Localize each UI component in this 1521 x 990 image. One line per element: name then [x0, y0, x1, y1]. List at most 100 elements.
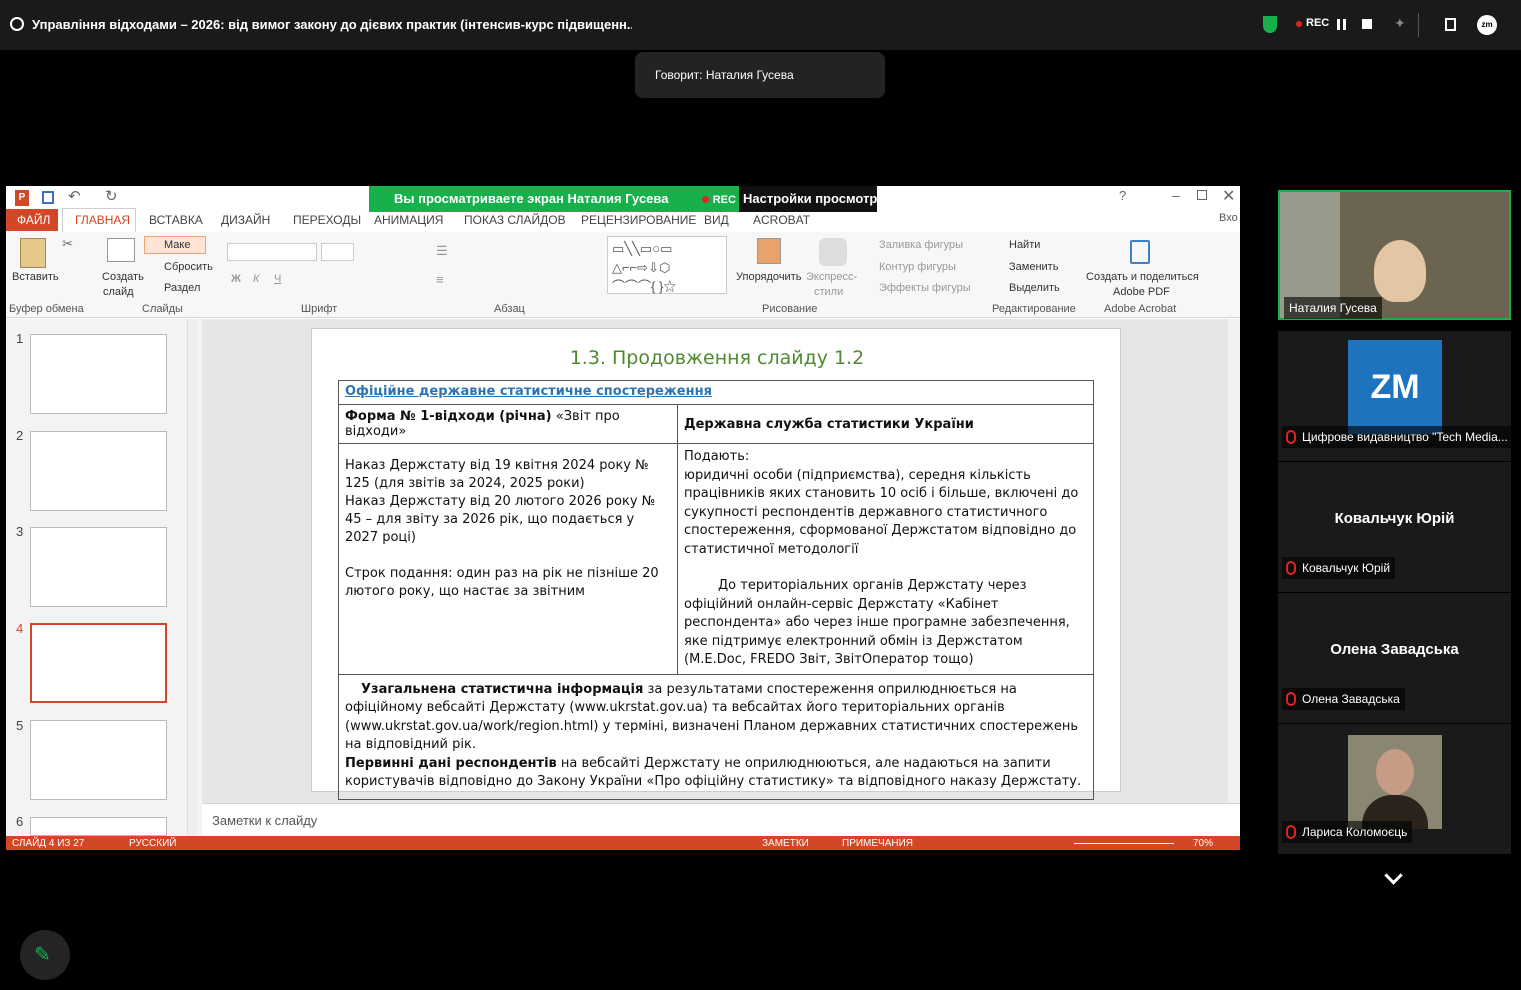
scissors-icon[interactable]: ✂: [62, 236, 73, 252]
create-pdf-button[interactable]: Создать и поделиться: [1086, 271, 1199, 283]
maximize-icon[interactable]: [1197, 190, 1207, 200]
chevron-down-icon[interactable]: [1384, 866, 1403, 885]
tab-acrobat[interactable]: ACROBAT: [753, 213, 810, 227]
zoom-level[interactable]: 70%: [1193, 838, 1213, 849]
shapes-gallery[interactable]: ▭╲╲▭○▭ △⌐⌐⇨⇩⬡ ⌒⌒⌒{ }☆: [607, 236, 727, 294]
form-name: Форма № 1-відходи (річна): [345, 409, 552, 424]
annotate-button[interactable]: ✎: [20, 930, 70, 980]
view-layout-icon[interactable]: [1445, 18, 1456, 31]
minimize-icon[interactable]: –: [1172, 187, 1180, 203]
slide-thumbnail[interactable]: [30, 527, 167, 607]
help-icon[interactable]: ?: [1119, 188, 1126, 203]
zoom-slider[interactable]: [1074, 843, 1174, 844]
participant-face: [1374, 240, 1426, 302]
find-button[interactable]: Найти: [1009, 239, 1040, 251]
new-slide-icon[interactable]: [107, 238, 135, 262]
slide-thumbnail[interactable]: [30, 334, 167, 414]
quick-styles-icon[interactable]: [819, 238, 847, 266]
bold-button[interactable]: Ж: [231, 273, 241, 285]
italic-button[interactable]: К: [253, 273, 259, 285]
active-speaker-label: Говорит: Наталия Гусева: [635, 52, 885, 98]
notes-pane[interactable]: Заметки к слайду: [202, 803, 1240, 836]
align-left-icon[interactable]: ≡: [436, 272, 444, 287]
sign-in-link[interactable]: Вхо: [1219, 212, 1238, 224]
slide-counter: СЛАЙД 4 ИЗ 27: [12, 838, 85, 849]
tab-view[interactable]: ВИД: [704, 213, 729, 227]
slide-thumbnail[interactable]: [30, 431, 167, 511]
tab-transitions[interactable]: ПЕРЕХОДЫ: [293, 213, 361, 227]
paste-button[interactable]: Вставить: [12, 271, 59, 283]
notes-toggle[interactable]: ЗАМЕТКИ: [762, 838, 809, 849]
language-indicator[interactable]: РУССКИЙ: [129, 838, 176, 849]
shape-fill-button[interactable]: Заливка фигуры: [879, 239, 963, 251]
share-banner-text: Вы просматриваете экран Наталия Гусева: [394, 191, 669, 206]
paste-icon[interactable]: [20, 238, 46, 268]
select-button[interactable]: Выделить: [1009, 282, 1060, 294]
comments-toggle[interactable]: ПРИМЕЧАНИЯ: [842, 838, 913, 849]
tab-home[interactable]: ГЛАВНАЯ: [75, 213, 130, 227]
info-icon[interactable]: [10, 17, 24, 31]
create-pdf-button-label2[interactable]: Adobe PDF: [1113, 286, 1170, 298]
mic-muted-icon: [1286, 430, 1296, 444]
new-slide-button-label2[interactable]: слайд: [103, 286, 134, 298]
close-icon[interactable]: ✕: [1222, 186, 1235, 206]
section-button[interactable]: Раздел: [164, 282, 200, 294]
shield-icon[interactable]: [1263, 16, 1277, 33]
participant-tile[interactable]: Лариса Коломоєць: [1278, 724, 1511, 854]
create-pdf-icon[interactable]: [1130, 240, 1150, 264]
ai-companion-icon[interactable]: ✦: [1394, 15, 1406, 32]
participant-tile[interactable]: ZM Цифрове видавництво "Tech Media...: [1278, 331, 1513, 461]
arrange-icon[interactable]: [757, 238, 781, 264]
quick-styles-button-label2[interactable]: стили: [814, 286, 843, 298]
mic-muted-icon: [1286, 692, 1296, 706]
group-paragraph: Абзац: [494, 303, 525, 315]
undo-icon[interactable]: ↶: [68, 187, 81, 205]
participant-face: [1376, 749, 1414, 795]
arrange-button[interactable]: Упорядочить: [736, 271, 801, 283]
thumbnails-scrollbar[interactable]: [187, 319, 197, 836]
mic-muted-icon: [1286, 825, 1296, 839]
rec-label: REC: [1306, 17, 1330, 29]
participant-tile[interactable]: Олена Завадська Олена Завадська: [1278, 593, 1511, 723]
new-slide-button[interactable]: Создать: [102, 271, 144, 283]
reset-button[interactable]: Сбросить: [164, 261, 213, 273]
tab-slideshow[interactable]: ПОКАЗ СЛАЙДОВ: [464, 213, 566, 227]
tech-media-logo: ZM: [1348, 340, 1442, 434]
participant-photo: [1348, 735, 1442, 829]
shape-outline-button[interactable]: Контур фигуры: [879, 261, 956, 273]
tab-animation[interactable]: АНИМАЦИЯ: [374, 213, 443, 227]
rec-dot-icon: [702, 196, 710, 203]
participant-tile[interactable]: Ковальчук Юрій Ковальчук Юрій: [1278, 462, 1511, 592]
notes-placeholder: Заметки к слайду: [212, 813, 318, 828]
service-name: Державна служба статистики України: [677, 404, 1094, 444]
orders-text: Наказ Держстату від 19 квітня 2024 року …: [338, 443, 678, 675]
tab-review[interactable]: РЕЦЕНЗИРОВАНИЕ: [581, 213, 696, 227]
replace-button[interactable]: Заменить: [1009, 261, 1058, 273]
font-size-select[interactable]: [321, 243, 354, 261]
slide-canvas[interactable]: 1.3. Продовження слайду 1.2 Офіційне дер…: [311, 328, 1121, 800]
thumb-number: 2: [16, 428, 24, 443]
font-family-select[interactable]: [227, 243, 317, 261]
shape-effects-button[interactable]: Эффекты фигуры: [879, 282, 971, 294]
underline-button[interactable]: Ч: [274, 273, 281, 285]
editor-scrollbar[interactable]: [1228, 319, 1240, 803]
stop-icon[interactable]: [1362, 19, 1372, 29]
view-options-button[interactable]: Настройки просмотра: [739, 186, 877, 212]
tab-design[interactable]: ДИЗАЙН: [221, 213, 270, 227]
mic-muted-icon: [1286, 561, 1296, 575]
slide-thumbnail[interactable]: [30, 720, 167, 800]
slide-thumbnail[interactable]: [30, 817, 167, 836]
thumb-number: 6: [16, 814, 24, 829]
redo-icon[interactable]: ↻: [105, 187, 118, 205]
participant-video[interactable]: Наталия Гусева: [1278, 190, 1511, 320]
tab-file[interactable]: ФАЙЛ: [17, 213, 50, 227]
bullets-icon[interactable]: ☰: [436, 243, 448, 259]
slide-title: 1.3. Продовження слайду 1.2: [569, 347, 865, 369]
quick-styles-button[interactable]: Экспресс-: [806, 271, 857, 283]
slide-thumbnail-active[interactable]: [30, 623, 167, 703]
save-icon[interactable]: [42, 191, 54, 204]
pause-icon[interactable]: [1337, 19, 1346, 30]
zoom-logo-icon[interactable]: zm: [1477, 15, 1497, 35]
layout-button[interactable]: Маке: [164, 239, 190, 251]
tab-insert[interactable]: ВСТАВКА: [149, 213, 203, 227]
